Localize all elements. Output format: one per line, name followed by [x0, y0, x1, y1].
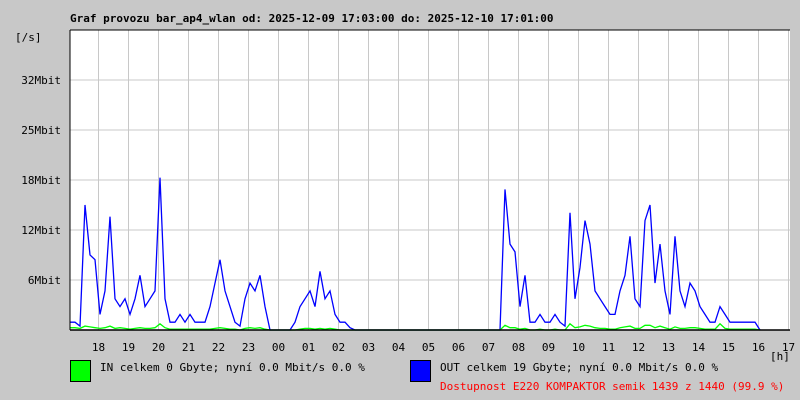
x-tick-label: 09 — [542, 341, 555, 354]
availability-text: Dostupnost E220 KOMPAKTOR semik 1439 z 1… — [440, 380, 785, 393]
x-tick-label: 20 — [152, 341, 165, 354]
y-tick-label: 18Mbit — [21, 174, 61, 187]
y-tick-label: 6Mbit — [28, 274, 61, 287]
legend-out-swatch — [410, 360, 431, 382]
x-tick-label: 12 — [632, 341, 645, 354]
legend-in-label: IN celkem 0 Gbyte; nyní 0.0 Mbit/s 0.0 % — [100, 361, 365, 374]
x-tick-label: 19 — [122, 341, 135, 354]
y-tick-label: 12Mbit — [21, 224, 61, 237]
x-tick-label: 23 — [242, 341, 255, 354]
x-tick-label: 18 — [92, 341, 105, 354]
x-tick-label: 13 — [662, 341, 675, 354]
y-tick-label: 25Mbit — [21, 124, 61, 137]
x-tick-label: 06 — [452, 341, 465, 354]
x-tick-label: 03 — [362, 341, 375, 354]
x-tick-label: 15 — [722, 341, 735, 354]
legend-in-swatch — [70, 360, 91, 382]
x-tick-label: 11 — [602, 341, 615, 354]
traffic-chart: 6Mbit 12Mbit 18Mbit 25Mbit 32Mbit 18 19 20 21 22… — [21, 29, 795, 354]
x-tick-label: 17 — [782, 341, 795, 354]
x-tick-label: 22 — [212, 341, 225, 354]
x-tick-label: 14 — [692, 341, 706, 354]
x-tick-label: 07 — [482, 341, 495, 354]
x-tick-label: 10 — [572, 341, 585, 354]
x-tick-label: 05 — [422, 341, 435, 354]
x-tick-label: 02 — [332, 341, 345, 354]
x-tick-label: 08 — [512, 341, 525, 354]
x-tick-label: 01 — [302, 341, 315, 354]
x-tick-label: 04 — [392, 341, 406, 354]
x-tick-label: 00 — [272, 341, 285, 354]
x-tick-label: 21 — [182, 341, 195, 354]
x-tick-label: 16 — [752, 341, 765, 354]
y-tick-label: 32Mbit — [21, 74, 61, 87]
legend-out-label: OUT celkem 19 Gbyte; nyní 0.0 Mbit/s 0.0… — [440, 361, 719, 374]
